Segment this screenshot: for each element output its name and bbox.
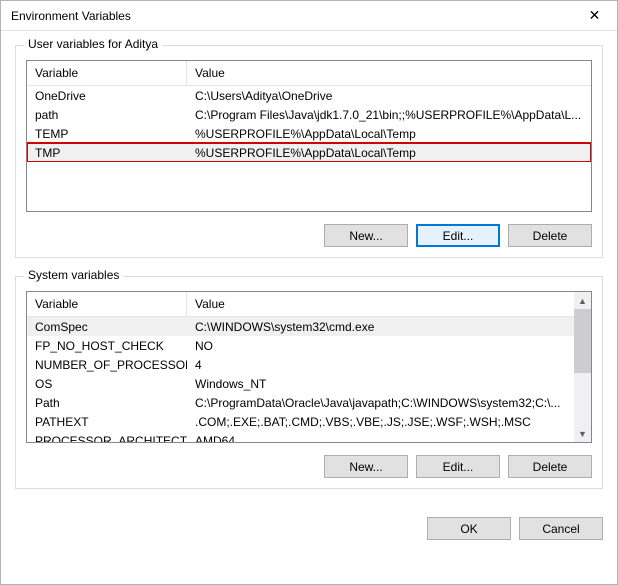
table-row[interactable]: PATHEXT .COM;.EXE;.BAT;.CMD;.VBS;.VBE;.J… (27, 412, 591, 431)
user-new-button[interactable]: New... (324, 224, 408, 247)
user-delete-button[interactable]: Delete (508, 224, 592, 247)
table-row[interactable]: OS Windows_NT (27, 374, 591, 393)
user-variables-group: User variables for Aditya Variable Value… (15, 45, 603, 258)
system-variables-group: System variables Variable Value ComSpec … (15, 276, 603, 489)
table-row[interactable]: TEMP %USERPROFILE%\AppData\Local\Temp (27, 124, 591, 143)
user-variables-list[interactable]: Variable Value OneDrive C:\Users\Aditya\… (26, 60, 592, 212)
system-edit-button[interactable]: Edit... (416, 455, 500, 478)
system-variables-list[interactable]: Variable Value ComSpec C:\WINDOWS\system… (26, 291, 592, 443)
window-title: Environment Variables (11, 9, 131, 23)
table-row[interactable]: Path C:\ProgramData\Oracle\Java\javapath… (27, 393, 591, 412)
system-group-legend: System variables (24, 268, 123, 282)
scrollbar[interactable]: ▲ ▼ (574, 292, 591, 442)
table-row[interactable]: OneDrive C:\Users\Aditya\OneDrive (27, 86, 591, 105)
user-edit-button[interactable]: Edit... (416, 224, 500, 247)
scroll-up-icon[interactable]: ▲ (574, 292, 591, 309)
scroll-track[interactable] (574, 309, 591, 425)
close-icon: ✕ (589, 7, 601, 24)
titlebar: Environment Variables ✕ (1, 1, 617, 31)
table-row[interactable]: PROCESSOR_ARCHITECTURE AMD64 (27, 431, 591, 442)
col-variable[interactable]: Variable (27, 61, 187, 85)
col-value[interactable]: Value (187, 61, 591, 85)
table-row-selected[interactable]: ComSpec C:\WINDOWS\system32\cmd.exe (27, 317, 591, 336)
user-group-legend: User variables for Aditya (24, 37, 162, 51)
table-row[interactable]: FP_NO_HOST_CHECK NO (27, 336, 591, 355)
system-delete-button[interactable]: Delete (508, 455, 592, 478)
list-header: Variable Value (27, 292, 591, 317)
close-button[interactable]: ✕ (572, 1, 617, 30)
col-variable[interactable]: Variable (27, 292, 187, 316)
table-row[interactable]: NUMBER_OF_PROCESSORS 4 (27, 355, 591, 374)
list-header: Variable Value (27, 61, 591, 86)
scroll-down-icon[interactable]: ▼ (574, 425, 591, 442)
scroll-thumb[interactable] (574, 309, 591, 373)
ok-button[interactable]: OK (427, 517, 511, 540)
cancel-button[interactable]: Cancel (519, 517, 603, 540)
col-value[interactable]: Value (187, 292, 591, 316)
table-row-selected[interactable]: TMP %USERPROFILE%\AppData\Local\Temp (27, 143, 591, 162)
system-new-button[interactable]: New... (324, 455, 408, 478)
table-row[interactable]: path C:\Program Files\Java\jdk1.7.0_21\b… (27, 105, 591, 124)
